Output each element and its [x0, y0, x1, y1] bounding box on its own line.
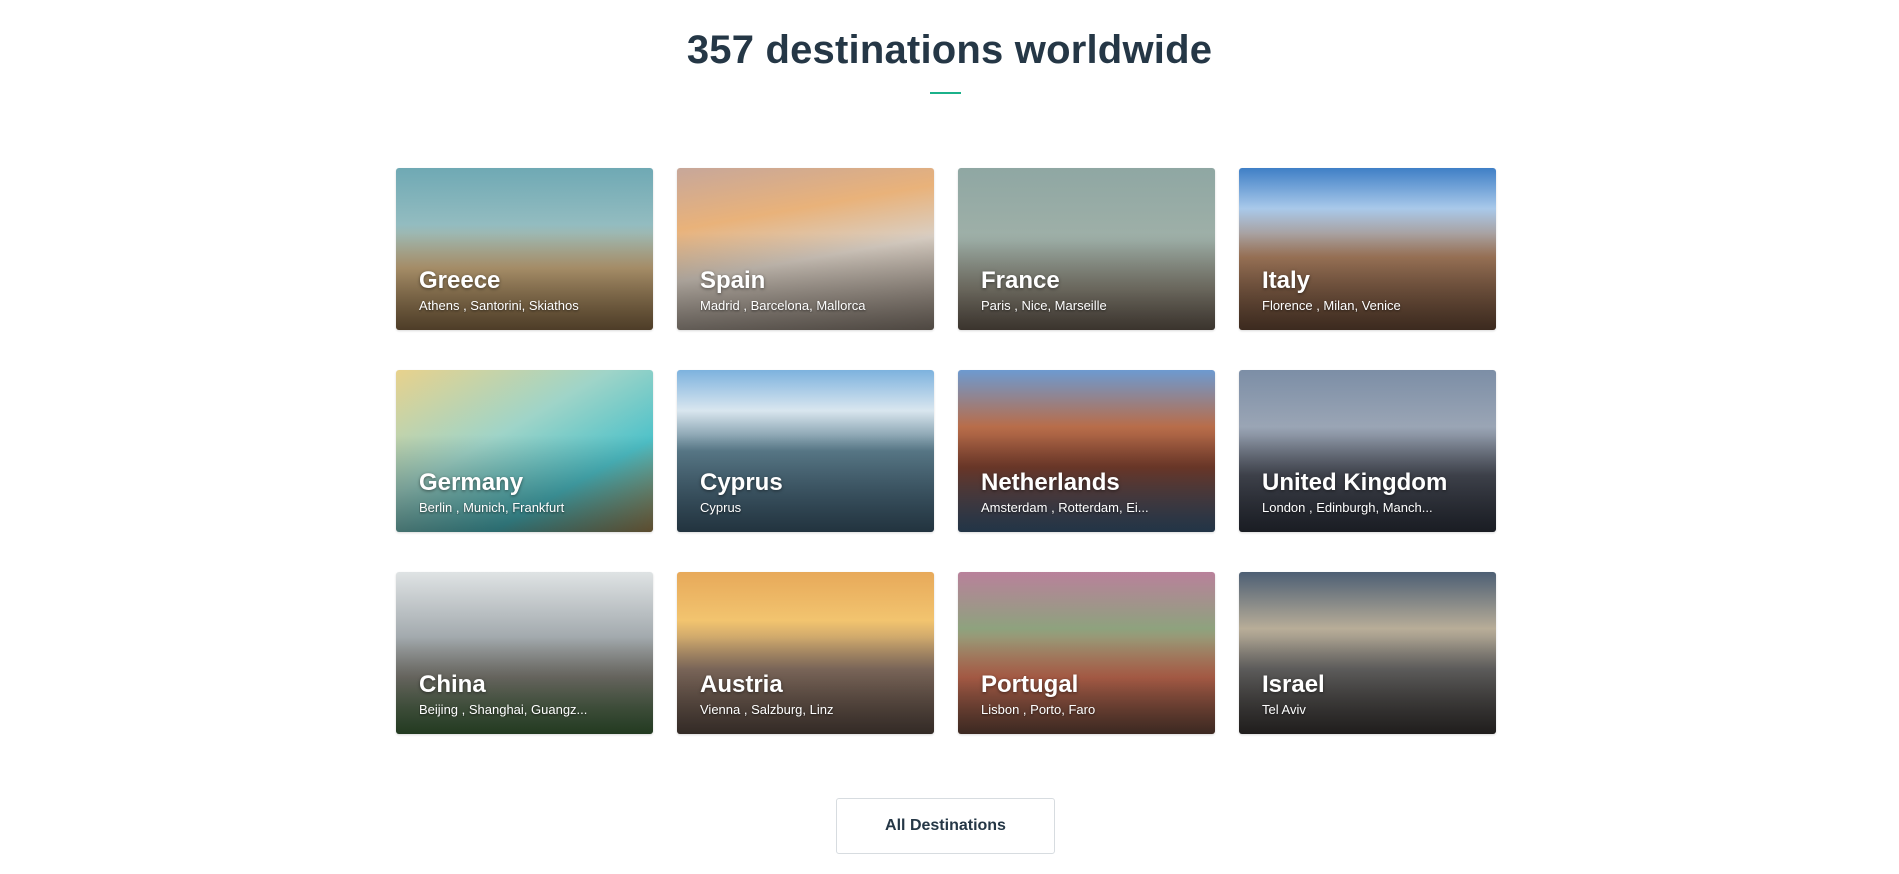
destination-card-france[interactable]: France Paris , Nice, Marseille: [958, 168, 1215, 330]
destination-cities: Tel Aviv: [1262, 702, 1306, 717]
destination-card-cyprus[interactable]: Cyprus Cyprus: [677, 370, 934, 532]
destination-name: Cyprus: [700, 469, 783, 496]
destinations-section: 357 destinations worldwide Greece Athens…: [0, 0, 1899, 874]
destination-card-austria[interactable]: Austria Vienna , Salzburg, Linz: [677, 572, 934, 734]
destination-card-germany[interactable]: Germany Berlin , Munich, Frankfurt: [396, 370, 653, 532]
destination-name: Israel: [1262, 671, 1325, 698]
destination-card-portugal[interactable]: Portugal Lisbon , Porto, Faro: [958, 572, 1215, 734]
title-underline: [930, 92, 961, 94]
section-title: 357 destinations worldwide: [686, 28, 1213, 72]
destination-name: Greece: [419, 267, 501, 294]
destination-name: Netherlands: [981, 469, 1120, 496]
destination-cities: Beijing , Shanghai, Guangz...: [419, 702, 588, 717]
destination-name: Austria: [700, 671, 783, 698]
destination-cities: Amsterdam , Rotterdam, Ei...: [981, 500, 1149, 515]
destination-cities: Vienna , Salzburg, Linz: [700, 702, 834, 717]
destination-name: Portugal: [981, 671, 1079, 698]
destination-cities: Berlin , Munich, Frankfurt: [419, 500, 565, 515]
all-destinations-button[interactable]: All Destinations: [836, 798, 1055, 854]
destination-cities: Cyprus: [700, 500, 742, 515]
destination-card-spain[interactable]: Spain Madrid , Barcelona, Mallorca: [677, 168, 934, 330]
destination-card-israel[interactable]: Israel Tel Aviv: [1239, 572, 1496, 734]
destination-card-china[interactable]: China Beijing , Shanghai, Guangz...: [396, 572, 653, 734]
destination-card-netherlands[interactable]: Netherlands Amsterdam , Rotterdam, Ei...: [958, 370, 1215, 532]
destination-cities: Paris , Nice, Marseille: [981, 298, 1107, 313]
destination-cities: Madrid , Barcelona, Mallorca: [700, 298, 866, 313]
destination-cities: Florence , Milan, Venice: [1262, 298, 1401, 313]
destination-card-united-kingdom[interactable]: United Kingdom London , Edinburgh, Manch…: [1239, 370, 1496, 532]
destination-name: Spain: [700, 267, 766, 294]
destination-cities: Athens , Santorini, Skiathos: [419, 298, 579, 313]
destination-name: France: [981, 267, 1060, 294]
destination-cities: Lisbon , Porto, Faro: [981, 702, 1096, 717]
destination-name: United Kingdom: [1262, 469, 1448, 496]
destination-name: Germany: [419, 469, 524, 496]
destination-card-greece[interactable]: Greece Athens , Santorini, Skiathos: [396, 168, 653, 330]
destination-name: China: [419, 671, 486, 698]
destination-card-italy[interactable]: Italy Florence , Milan, Venice: [1239, 168, 1496, 330]
destination-cities: London , Edinburgh, Manch...: [1262, 500, 1433, 515]
destinations-grid: Greece Athens , Santorini, Skiathos Spai…: [396, 168, 1497, 734]
destination-name: Italy: [1262, 267, 1311, 294]
